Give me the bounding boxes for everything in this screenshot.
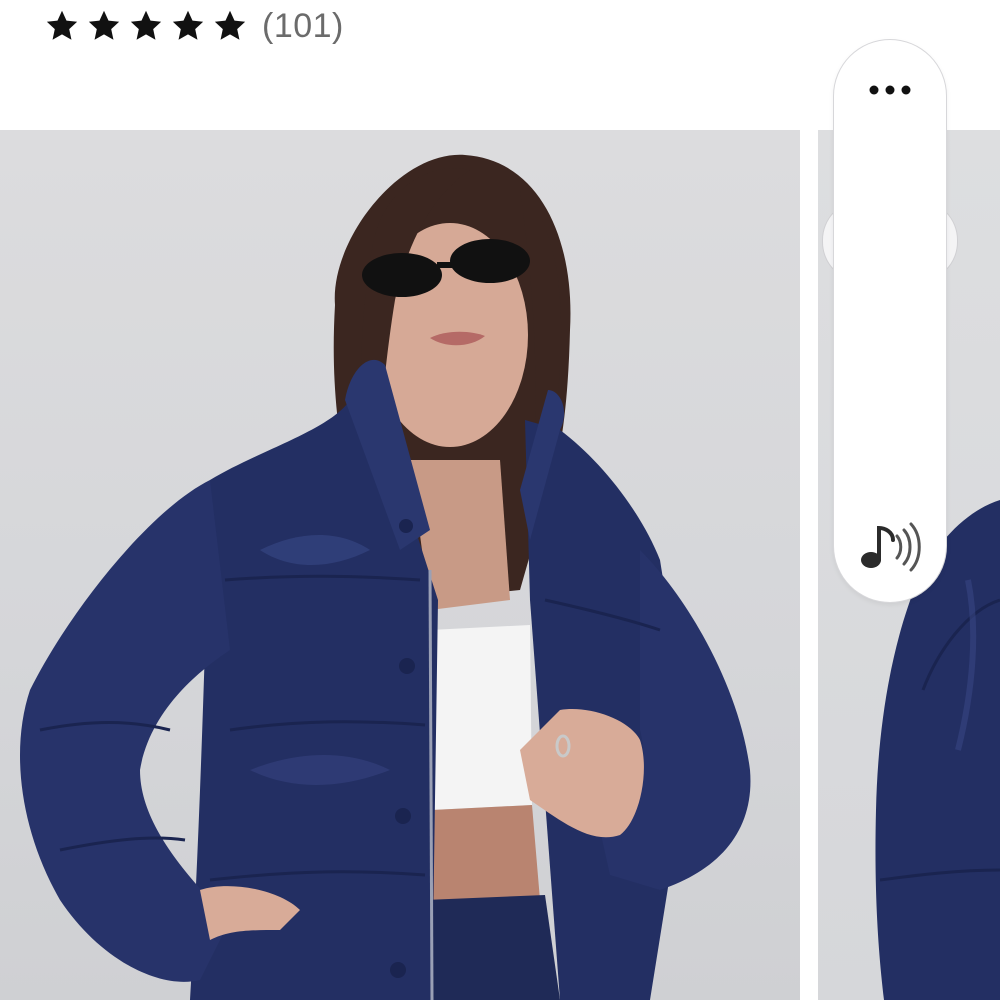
product-rating[interactable]: (101) — [44, 4, 344, 48]
music-note-sound-icon — [861, 522, 921, 572]
floating-toolbar — [834, 40, 946, 602]
star-icon — [130, 10, 162, 40]
product-image-main[interactable] — [0, 130, 800, 1000]
star-icon — [172, 10, 204, 40]
product-page: (101) — [0, 0, 1000, 1000]
more-options-button[interactable] — [860, 70, 920, 110]
model-photo — [20, 154, 751, 1000]
review-count[interactable]: (101) — [262, 7, 344, 46]
rating-stars — [44, 8, 248, 44]
ellipsis-icon — [869, 85, 911, 95]
star-icon — [214, 10, 246, 40]
star-icon — [46, 10, 78, 40]
read-aloud-button[interactable] — [854, 514, 926, 578]
star-icon — [88, 10, 120, 40]
